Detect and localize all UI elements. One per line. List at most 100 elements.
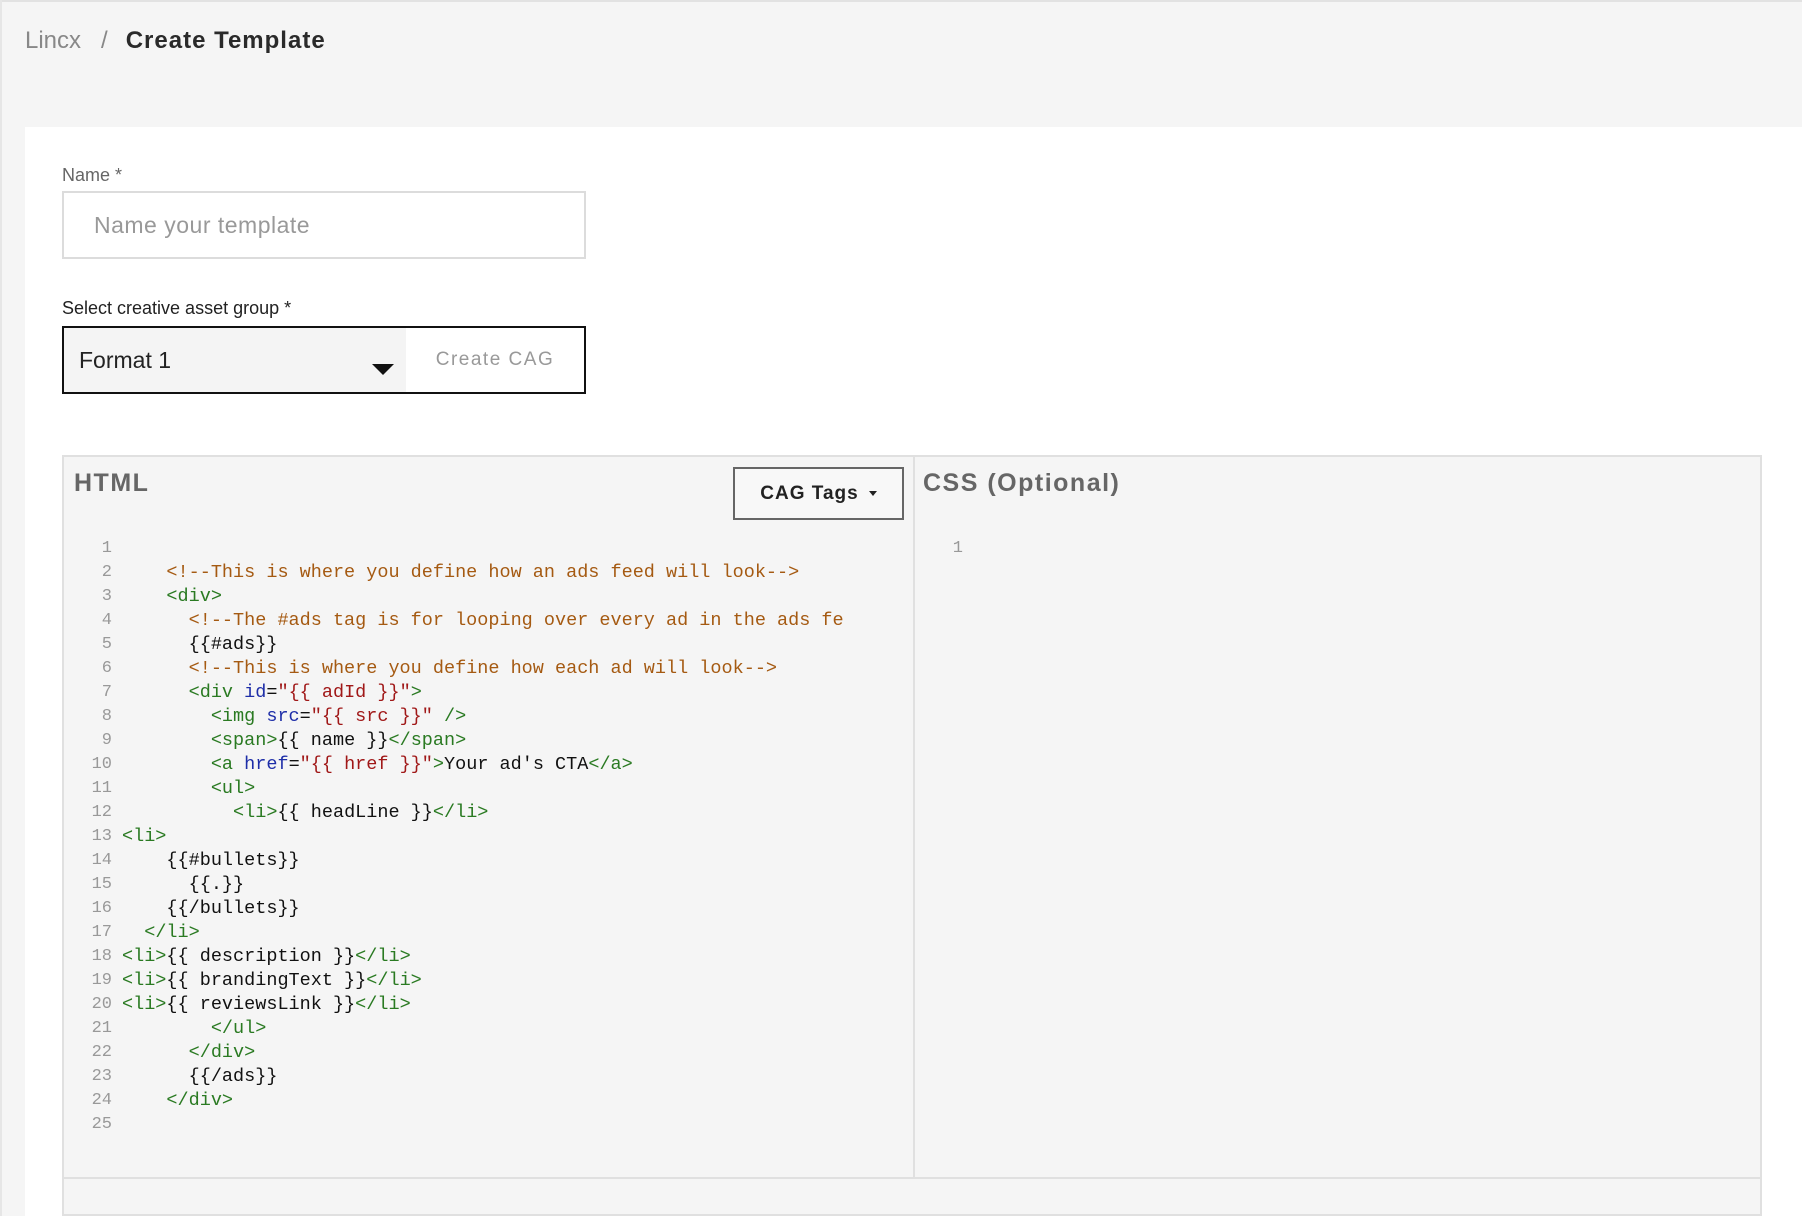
- name-input[interactable]: [62, 191, 586, 259]
- line-number: 14: [91, 851, 112, 870]
- code-token: {{ name }}: [277, 730, 389, 751]
- code-token: =: [266, 682, 278, 703]
- code-content: <!--This is where you define how an ads …: [122, 561, 799, 585]
- code-line: 13 <li>: [64, 825, 909, 849]
- code-token: </ul>: [210, 1018, 267, 1039]
- code-token: </li>: [366, 970, 422, 991]
- code-token: <li>: [122, 946, 167, 967]
- code-token: />: [432, 706, 467, 727]
- code-token: <li>: [233, 802, 278, 823]
- code-content: <!--The #ads tag is for looping over eve…: [122, 609, 844, 633]
- code-line: 1: [915, 537, 1760, 561]
- code-line: 4 <!--The #ads tag is for looping over e…: [64, 609, 909, 633]
- top-border: [0, 0, 1802, 2]
- breadcrumb: Lincx / Create Template: [25, 24, 326, 58]
- cag-tags-button[interactable]: CAG Tags: [733, 467, 904, 520]
- breadcrumb-separator: /: [101, 27, 108, 54]
- code-token: >: [410, 682, 422, 703]
- code-token: "{{ adId }}": [277, 682, 411, 703]
- line-number: 17: [91, 923, 112, 942]
- code-token: </li>: [432, 802, 489, 823]
- code-content: {{#ads}}: [122, 633, 278, 657]
- code-line: 25: [64, 1113, 909, 1137]
- line-number: 9: [101, 731, 112, 750]
- line-number: 21: [91, 1019, 112, 1038]
- code-line: 23 {{/ads}}: [64, 1065, 909, 1089]
- code-token: </span>: [388, 730, 467, 751]
- line-number: 16: [91, 899, 112, 918]
- line-number: 23: [91, 1067, 112, 1086]
- code-token: <div: [188, 682, 245, 703]
- caret-down-icon: [868, 491, 877, 496]
- code-token: <li>: [122, 970, 167, 991]
- left-border: [0, 0, 2, 1216]
- line-number: 7: [101, 683, 112, 702]
- code-content: <a href="{{ href }}">Your ad's CTA</a>: [122, 753, 633, 777]
- code-line: 5 {{#ads}}: [64, 633, 909, 657]
- line-number: 22: [91, 1043, 112, 1062]
- code-content: {{#bullets}}: [122, 849, 300, 873]
- create-template-card: Name * Select creative asset group * For…: [25, 127, 1802, 1216]
- code-line: 19 <li>{{ brandingText }}</li>: [64, 969, 909, 993]
- line-number: 15: [91, 875, 112, 894]
- page-title: Create Template: [125, 27, 326, 54]
- code-content: <img src="{{ src }}" />: [122, 705, 466, 729]
- code-token: {{ headLine }}: [277, 802, 433, 823]
- code-line: 3 <div>: [64, 585, 909, 609]
- code-line: 9 <span>{{ name }}</span>: [64, 729, 909, 753]
- code-token: </div>: [166, 1090, 234, 1111]
- code-token: "{{ href }}": [299, 754, 433, 775]
- code-content: <li>{{ description }}</li>: [122, 945, 411, 969]
- code-token: <img: [210, 706, 267, 727]
- code-token: <ul>: [210, 778, 256, 799]
- css-code-editor[interactable]: 1: [915, 537, 1760, 561]
- code-line: 7 <div id="{{ adId }}">: [64, 681, 909, 705]
- html-code-editor[interactable]: 12 <!--This is where you define how an a…: [64, 537, 909, 1157]
- cag-select-group: Format 1 Create CAG: [62, 326, 586, 394]
- pane-divider: [913, 457, 915, 1177]
- code-token: {{#ads}}: [188, 634, 278, 655]
- code-token: <li>: [122, 994, 167, 1015]
- code-token: <li>: [122, 826, 167, 847]
- breadcrumb-root-link[interactable]: Lincx: [25, 27, 81, 55]
- code-token: </li>: [355, 994, 411, 1015]
- code-line: 22 </div>: [64, 1041, 909, 1065]
- line-number: 8: [101, 707, 112, 726]
- line-number: 6: [101, 659, 112, 678]
- code-token: =: [299, 706, 311, 727]
- code-line: 12 <li>{{ headLine }}</li>: [64, 801, 909, 825]
- template-editor: HTML CAG Tags 12 <!--This is where you d…: [62, 455, 1762, 1216]
- line-number: 20: [91, 995, 112, 1014]
- code-token: src: [266, 706, 300, 727]
- cag-select[interactable]: Format 1: [64, 328, 406, 392]
- code-token: {{#bullets}}: [166, 850, 300, 871]
- code-token: </li>: [144, 922, 200, 943]
- code-token: =: [288, 754, 300, 775]
- create-cag-button[interactable]: Create CAG: [406, 328, 584, 392]
- code-line: 21 </ul>: [64, 1017, 909, 1041]
- code-token: <span>: [210, 730, 278, 751]
- code-content: {{.}}: [122, 873, 245, 897]
- code-content: {{/ads}}: [122, 1065, 278, 1089]
- code-token: {{/ads}}: [188, 1066, 278, 1087]
- css-pane-title: CSS (Optional): [923, 469, 1121, 497]
- code-token: <!--This is where you define how each ad…: [188, 658, 778, 679]
- line-number: 13: [91, 827, 112, 846]
- cag-tags-label: CAG Tags: [760, 482, 859, 504]
- code-content: </div>: [122, 1041, 256, 1065]
- code-content: <li>: [122, 825, 166, 849]
- line-number: 12: [91, 803, 112, 822]
- code-token: Your ad's CTA: [444, 754, 589, 775]
- code-line: 14 {{#bullets}}: [64, 849, 909, 873]
- code-token: {{.}}: [188, 874, 245, 895]
